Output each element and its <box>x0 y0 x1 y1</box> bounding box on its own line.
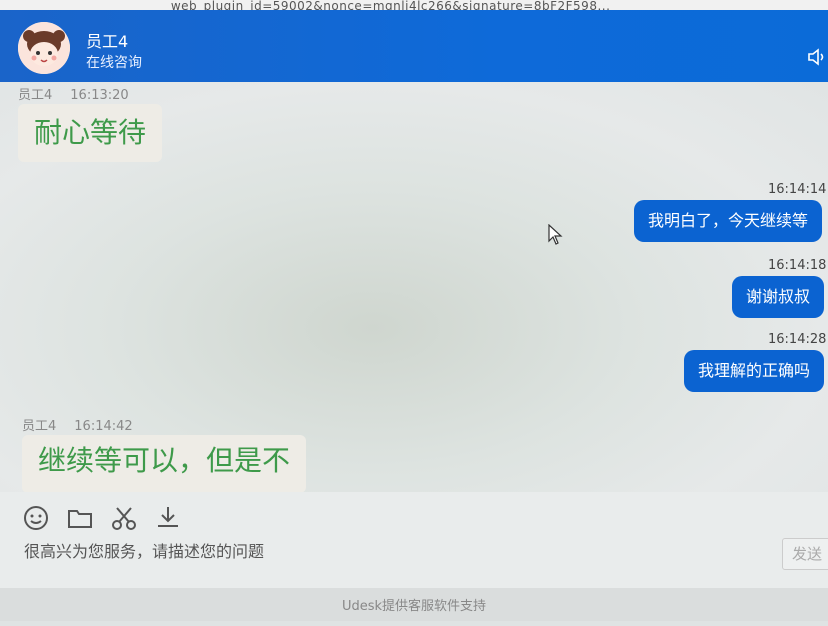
emoji-icon[interactable] <box>22 504 50 532</box>
agent-status: 在线咨询 <box>86 55 142 71</box>
user-message-bubble: 我明白了，今天继续等 <box>634 200 823 242</box>
sender-name: 员工4 <box>22 419 57 434</box>
folder-icon[interactable] <box>66 504 94 532</box>
message-time: 16:14:14 <box>768 182 827 197</box>
powered-by-footer: Udesk提供客服软件支持 <box>0 588 828 621</box>
composer-toolbar: 很高兴为您服务，请描述您的问题 发送 <box>0 492 828 588</box>
agent-message-bubble: 继续等可以，但是不 <box>22 435 307 492</box>
message-time: 16:14:28 <box>768 332 827 347</box>
scissors-icon[interactable] <box>110 504 138 532</box>
agent-message-bubble: 耐心等待 <box>18 104 163 162</box>
message-input[interactable]: 很高兴为您服务，请描述您的问题 <box>24 538 264 562</box>
sender-name: 员工4 <box>18 88 53 103</box>
user-message-bubble: 我理解的正确吗 <box>684 350 825 392</box>
agent-name: 员工4 <box>86 32 129 51</box>
chat-header: 员工4 在线咨询 <box>0 10 828 92</box>
message-time: 16:14:18 <box>768 258 827 273</box>
user-message-bubble: 谢谢叔叔 <box>732 276 825 318</box>
message-meta: 员工4 16:13:20 <box>18 84 129 103</box>
message-meta: 员工4 16:14:42 <box>22 415 133 434</box>
mouse-cursor-icon <box>548 224 563 245</box>
send-button[interactable]: 发送 <box>782 538 828 570</box>
chat-message-area[interactable]: 员工4 16:13:20 耐心等待 16:14:14 我明白了，今天继续等 16:… <box>0 82 828 492</box>
message-time: 16:14:42 <box>74 419 133 434</box>
speaker-icon[interactable] <box>806 46 828 68</box>
download-icon[interactable] <box>154 504 182 532</box>
agent-avatar <box>18 22 70 74</box>
message-time: 16:13:20 <box>70 88 129 103</box>
